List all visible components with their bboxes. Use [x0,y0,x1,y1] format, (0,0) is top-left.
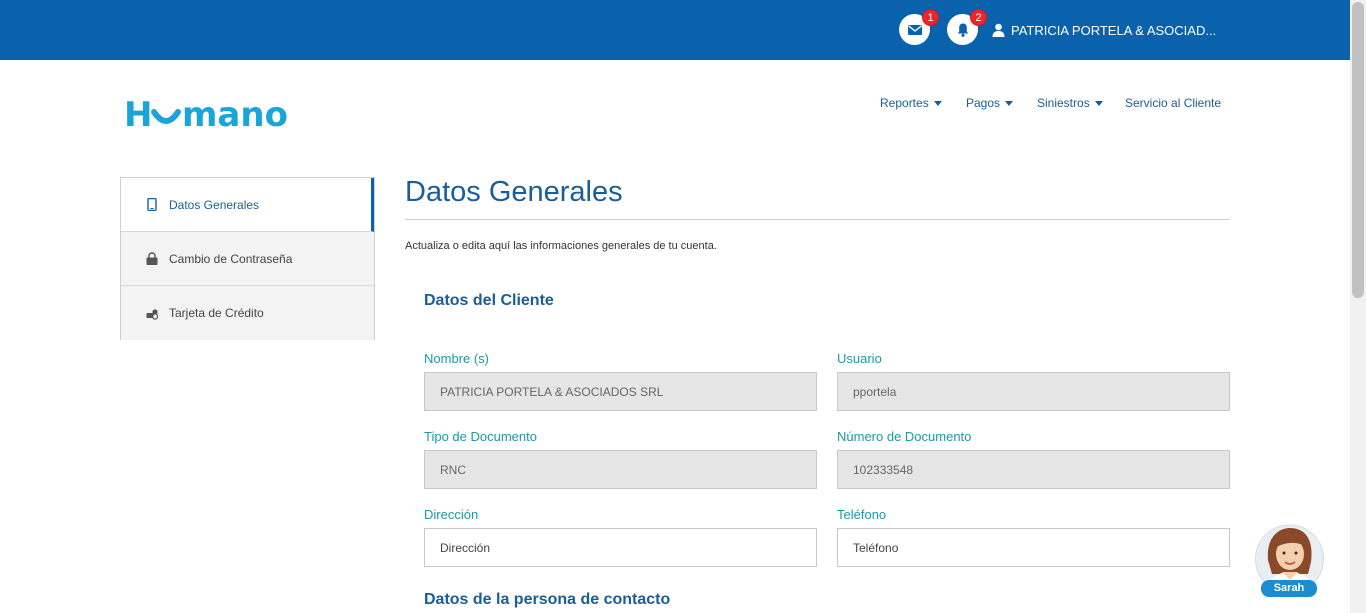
page-scrollbar[interactable] [1350,0,1366,613]
sidebar-item-tarjeta-credito[interactable]: Tarjeta de Crédito [121,286,374,340]
telefono-field[interactable] [837,528,1230,567]
notifications-badge: 2 [970,9,987,26]
user-name: PATRICIA PORTELA & ASOCIAD... [1011,22,1217,38]
nav-reportes-label: Reportes [880,96,929,110]
sidebar-item-label: Datos Generales [169,197,260,212]
user-icon [992,23,1005,37]
top-bar: 1 2 PATRICIA PORTELA & ASOCIAD... [0,0,1350,60]
credit-card-icon [146,308,158,320]
nav-reportes[interactable]: Reportes [880,94,942,112]
intro-text: Actualiza o edita aquí las informaciones… [405,240,717,252]
usuario-label: Usuario [837,351,882,366]
nav-pagos[interactable]: Pagos [966,94,1014,112]
title-divider [405,219,1230,220]
caret-down-icon [1005,101,1014,106]
usuario-field[interactable] [837,372,1230,411]
nav-servicio-al-cliente[interactable]: Servicio al Cliente [1125,94,1221,112]
tipo-documento-field[interactable] [424,450,817,489]
direccion-label: Dirección [424,507,479,522]
tipo-documento-label: Tipo de Documento [424,429,537,444]
nav-pagos-label: Pagos [966,96,1001,110]
sidebar-item-cambio-contrasena[interactable]: Cambio de Contraseña [121,232,374,286]
caret-down-icon [1094,101,1103,106]
nav-siniestros-label: Siniestros [1037,96,1090,110]
envelope-icon [907,24,922,35]
lock-icon [146,252,158,265]
account-side-menu: Datos Generales Cambio de Contraseña Tar… [120,177,375,340]
sidebar-item-label: Cambio de Contraseña [169,251,293,266]
messages-button[interactable]: 1 [899,9,939,45]
telefono-label: Teléfono [837,507,887,522]
svg-text:H: H [124,95,152,134]
section-title-client: Datos del Cliente [424,292,554,309]
nombre-label: Nombre (s) [424,351,490,366]
numero-documento-label: Número de Documento [837,429,972,444]
scrollbar-thumb[interactable] [1352,2,1364,298]
user-menu[interactable]: PATRICIA PORTELA & ASOCIAD... [992,20,1216,40]
sidebar-item-datos-generales[interactable]: Datos Generales [121,178,374,232]
nav-servicio-label: Servicio al Cliente [1125,96,1222,110]
sidebar-item-label: Tarjeta de Crédito [169,306,264,320]
svg-text:mano: mano [182,95,288,134]
page-title: Datos Generales [405,176,623,208]
sarah-label: Sarah [1261,580,1317,597]
humano-logo[interactable]: H mano [124,94,314,134]
bell-icon [957,23,968,37]
direccion-field[interactable] [424,528,817,567]
nav-siniestros[interactable]: Siniestros [1037,94,1103,112]
messages-badge: 1 [922,9,939,26]
nombre-field[interactable] [424,372,817,411]
mobile-icon [147,198,157,211]
caret-down-icon [933,101,942,106]
section-title-contact: Datos de la persona de contacto [424,591,671,608]
numero-documento-field[interactable] [837,450,1230,489]
notifications-button[interactable]: 2 [947,9,987,45]
